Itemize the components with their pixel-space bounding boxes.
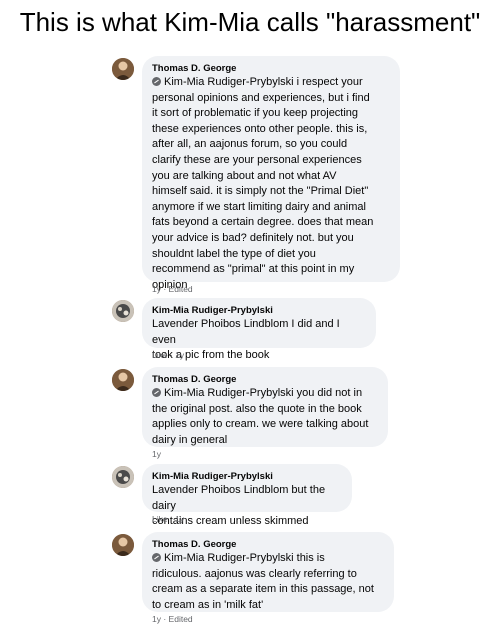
comment-bubble: Thomas D. George Kim-Mia Rudiger-Prybyls… bbox=[142, 367, 388, 447]
comment-author[interactable]: Thomas D. George bbox=[152, 373, 378, 386]
timestamp-link[interactable]: 1y bbox=[152, 614, 161, 624]
comment-author[interactable]: Kim-Mia Rudiger-Prybylski bbox=[152, 304, 366, 317]
avatar[interactable] bbox=[112, 466, 134, 488]
avatar[interactable] bbox=[112, 58, 134, 80]
comment-meta: Like · 1y bbox=[152, 350, 185, 360]
like-button[interactable]: Like bbox=[152, 514, 168, 524]
mention-icon bbox=[152, 77, 161, 86]
mention-icon bbox=[152, 388, 161, 397]
comment-meta: 1y · Edited bbox=[152, 284, 193, 294]
timestamp-link[interactable]: 1y bbox=[152, 449, 161, 459]
comment-text: Kim-Mia Rudiger-Prybylski this is ridicu… bbox=[152, 552, 374, 611]
comment-text: Kim-Mia Rudiger-Prybylski you did not in… bbox=[152, 387, 369, 446]
comment-author[interactable]: Thomas D. George bbox=[152, 538, 384, 551]
mention-link[interactable]: Kim-Mia Rudiger-Prybylski bbox=[164, 387, 294, 399]
comment-author[interactable]: Thomas D. George bbox=[152, 62, 390, 75]
comment-meta: Like · 1y bbox=[152, 514, 185, 524]
timestamp-link[interactable]: 1y bbox=[152, 284, 161, 294]
meme-title: This is what Kim-Mia calls "harassment" bbox=[19, 7, 481, 37]
comment-bubble: Thomas D. George Kim-Mia Rudiger-Prybyls… bbox=[142, 56, 400, 291]
comment-bubble: Kim-Mia Rudiger-Prybylski Lavender Phoib… bbox=[142, 298, 376, 361]
mention-link[interactable]: Kim-Mia Rudiger-Prybylski bbox=[164, 76, 294, 88]
comment-meta: 1y · Edited bbox=[152, 614, 193, 624]
edited-label[interactable]: Edited bbox=[169, 614, 193, 624]
avatar[interactable] bbox=[112, 534, 134, 556]
comment-text: Kim-Mia Rudiger-Prybylski i respect your… bbox=[152, 76, 374, 291]
edited-label[interactable]: Edited bbox=[169, 284, 193, 294]
avatar[interactable] bbox=[112, 369, 134, 391]
avatar[interactable] bbox=[112, 300, 134, 322]
mention-link[interactable]: Kim-Mia Rudiger-Prybylski bbox=[164, 552, 294, 564]
comment-bubble: Kim-Mia Rudiger-Prybylski Lavender Phoib… bbox=[142, 464, 352, 527]
comment-author[interactable]: Kim-Mia Rudiger-Prybylski bbox=[152, 470, 342, 483]
timestamp-link[interactable]: 1y bbox=[175, 514, 184, 524]
mention-icon bbox=[152, 553, 161, 562]
like-button[interactable]: Like bbox=[152, 350, 168, 360]
timestamp-link[interactable]: 1y bbox=[175, 350, 184, 360]
comment-bubble: Thomas D. George Kim-Mia Rudiger-Prybyls… bbox=[142, 532, 394, 612]
comment-meta: 1y bbox=[152, 449, 161, 460]
